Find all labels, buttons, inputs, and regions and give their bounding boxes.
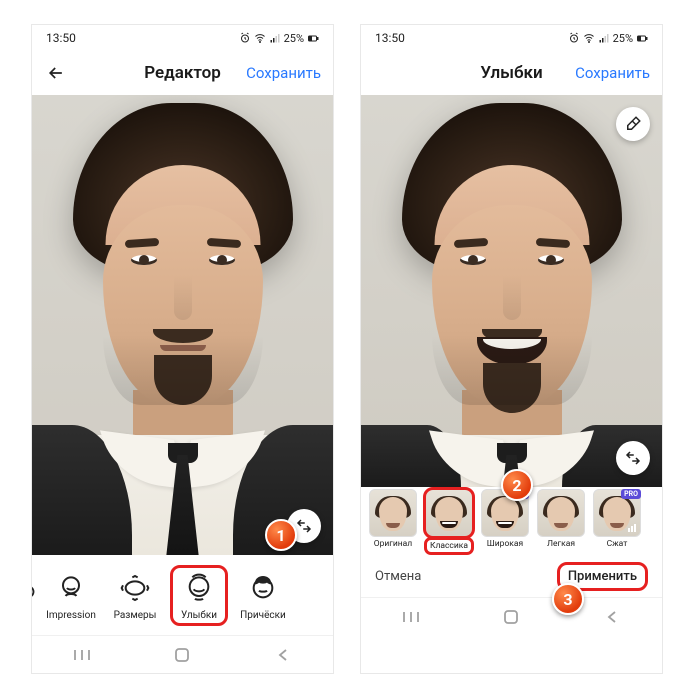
alarm-icon (239, 32, 251, 44)
recents-icon (73, 648, 91, 662)
home-icon (173, 646, 191, 664)
smile-face-icon (183, 572, 215, 604)
phone-smiles: 13:50 25% Улыбки Сохранить (360, 24, 663, 674)
filter-label: Сжат (607, 539, 628, 549)
home-icon (502, 608, 520, 626)
pro-badge: PRO (621, 489, 641, 499)
filter-label: Оригинал (374, 539, 412, 549)
nav-recents[interactable] (381, 610, 441, 624)
tool-crop-partial[interactable]: на (32, 570, 36, 621)
android-nav-bar (361, 597, 662, 635)
app-bar: Улыбки Сохранить (361, 51, 662, 95)
status-icons: 25% (239, 32, 319, 45)
save-button[interactable]: Сохранить (575, 64, 650, 82)
nav-home[interactable] (481, 608, 541, 626)
tool-impression[interactable]: Impression (42, 570, 100, 621)
filter-classic[interactable]: Классика (423, 489, 475, 552)
compare-button[interactable] (616, 441, 650, 475)
cancel-button[interactable]: Отмена (375, 569, 421, 584)
hairstyle-icon (247, 572, 279, 604)
filter-original[interactable]: Оригинал (367, 489, 419, 549)
nav-recents[interactable] (52, 648, 112, 662)
wifi-icon (583, 32, 595, 44)
nav-back-icon (604, 609, 620, 625)
wifi-icon (254, 32, 266, 44)
eraser-icon (624, 115, 642, 133)
tool-smiles[interactable]: Улыбки (170, 565, 228, 626)
callout-2: 2 (501, 469, 533, 501)
bottom-actions: Отмена Применить (361, 555, 662, 597)
status-bar: 13:50 25% (32, 25, 333, 51)
filter-tight[interactable]: PRO Сжат (591, 489, 643, 549)
sizes-icon (119, 572, 151, 604)
status-battery-text: 25% (284, 32, 304, 45)
nav-back[interactable] (582, 609, 642, 625)
compare-icon (295, 517, 313, 535)
app-bar: Редактор Сохранить (32, 51, 333, 95)
android-nav-bar (32, 635, 333, 673)
tool-label: Улыбки (181, 610, 217, 621)
crop-icon (32, 573, 41, 603)
tool-sizes[interactable]: Размеры (106, 570, 164, 621)
signal-icon (598, 32, 610, 44)
nav-back[interactable] (253, 647, 313, 663)
save-button[interactable]: Сохранить (246, 64, 321, 82)
recents-icon (402, 610, 420, 624)
battery-icon (636, 32, 648, 44)
callout-1: 1 (265, 519, 297, 551)
nav-back-icon (275, 647, 291, 663)
tool-label: Impression (46, 610, 96, 621)
battery-icon (307, 32, 319, 44)
tool-label: Размеры (114, 610, 157, 621)
photo-preview (32, 95, 333, 555)
photo-preview (361, 95, 662, 487)
phone-editor: 13:50 25% Редактор Сохранить (31, 24, 334, 674)
tool-label: Причёски (240, 610, 286, 621)
arrow-left-icon (46, 63, 66, 83)
filter-label: Широкая (487, 539, 523, 549)
nav-home[interactable] (152, 646, 212, 664)
eraser-button[interactable] (616, 107, 650, 141)
tool-hairstyles[interactable]: Причёски (234, 570, 292, 621)
status-time: 13:50 (46, 31, 76, 45)
impression-icon (55, 572, 87, 604)
status-battery-text: 25% (613, 32, 633, 45)
status-icons: 25% (568, 32, 648, 45)
intensity-icon (628, 524, 636, 532)
editor-toolbar: на Impression Размеры Улыбки Причёски (32, 555, 333, 635)
back-button[interactable] (44, 61, 68, 85)
signal-icon (269, 32, 281, 44)
filter-label: Легкая (547, 539, 575, 549)
status-bar: 13:50 25% (361, 25, 662, 51)
filter-light[interactable]: Легкая (535, 489, 587, 549)
filter-label: Классика (427, 540, 471, 552)
compare-icon (624, 449, 642, 467)
status-time: 13:50 (375, 31, 405, 45)
callout-3: 3 (552, 583, 584, 615)
alarm-icon (568, 32, 580, 44)
